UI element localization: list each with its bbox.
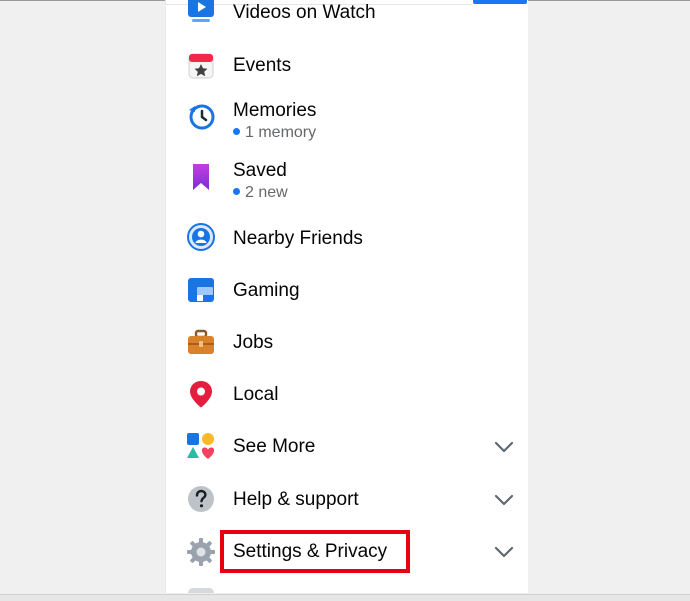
menu-item-label: Gaming — [233, 280, 300, 301]
highlight-annotation-box — [220, 530, 410, 573]
menu-item-label: Videos on Watch — [233, 2, 376, 23]
chevron-down-icon — [493, 541, 515, 563]
menu-item-see-more[interactable]: See More — [166, 426, 528, 466]
menu-item-label: Local — [233, 384, 279, 405]
menu-item-cut-off — [166, 588, 528, 593]
gaming-icon — [186, 275, 216, 305]
gear-icon — [186, 537, 216, 567]
chevron-down-icon — [493, 436, 515, 458]
menu-item-label: Memories — [233, 100, 317, 121]
menu-item-label: Saved — [233, 160, 287, 181]
menu-item-local[interactable]: Local — [166, 374, 528, 414]
menu-item-jobs[interactable]: Jobs — [166, 322, 528, 362]
unread-dot — [233, 128, 240, 135]
menu-item-gaming[interactable]: Gaming — [166, 270, 528, 310]
sublabel-text: 2 new — [245, 184, 288, 201]
menu-item-label: See More — [233, 436, 316, 457]
menu-panel: Videos on Watch Events Memories 1 memory… — [166, 0, 528, 593]
menu-item-label: Help & support — [233, 489, 359, 510]
menu-item-label: Nearby Friends — [233, 228, 363, 249]
sublabel-text: 1 memory — [245, 124, 317, 141]
nearby-friends-icon — [186, 222, 216, 252]
clock-history-icon — [186, 101, 216, 131]
menu-item-videos-on-watch[interactable]: Videos on Watch — [166, 0, 528, 30]
menu-item-sublabel: 2 new — [233, 184, 288, 202]
watch-video-icon — [186, 0, 216, 25]
chevron-down-icon — [493, 489, 515, 511]
question-icon — [186, 484, 216, 514]
calendar-star-icon — [186, 51, 216, 81]
map-pin-icon — [186, 379, 216, 409]
shapes-icon — [186, 431, 216, 461]
menu-item-label: Jobs — [233, 332, 274, 353]
menu-item-help-support[interactable]: Help & support — [166, 478, 528, 520]
menu-item-sublabel: 1 memory — [233, 124, 316, 142]
briefcase-icon — [186, 327, 216, 357]
menu-item-label: Events — [233, 55, 292, 76]
partial-icon — [188, 588, 214, 593]
bookmark-icon — [186, 162, 216, 192]
unread-dot — [233, 188, 240, 195]
menu-item-events[interactable]: Events — [166, 48, 528, 84]
menu-item-saved[interactable]: Saved 2 new — [166, 156, 528, 204]
menu-item-memories[interactable]: Memories 1 memory — [166, 96, 528, 144]
menu-item-nearby-friends[interactable]: Nearby Friends — [166, 218, 528, 258]
